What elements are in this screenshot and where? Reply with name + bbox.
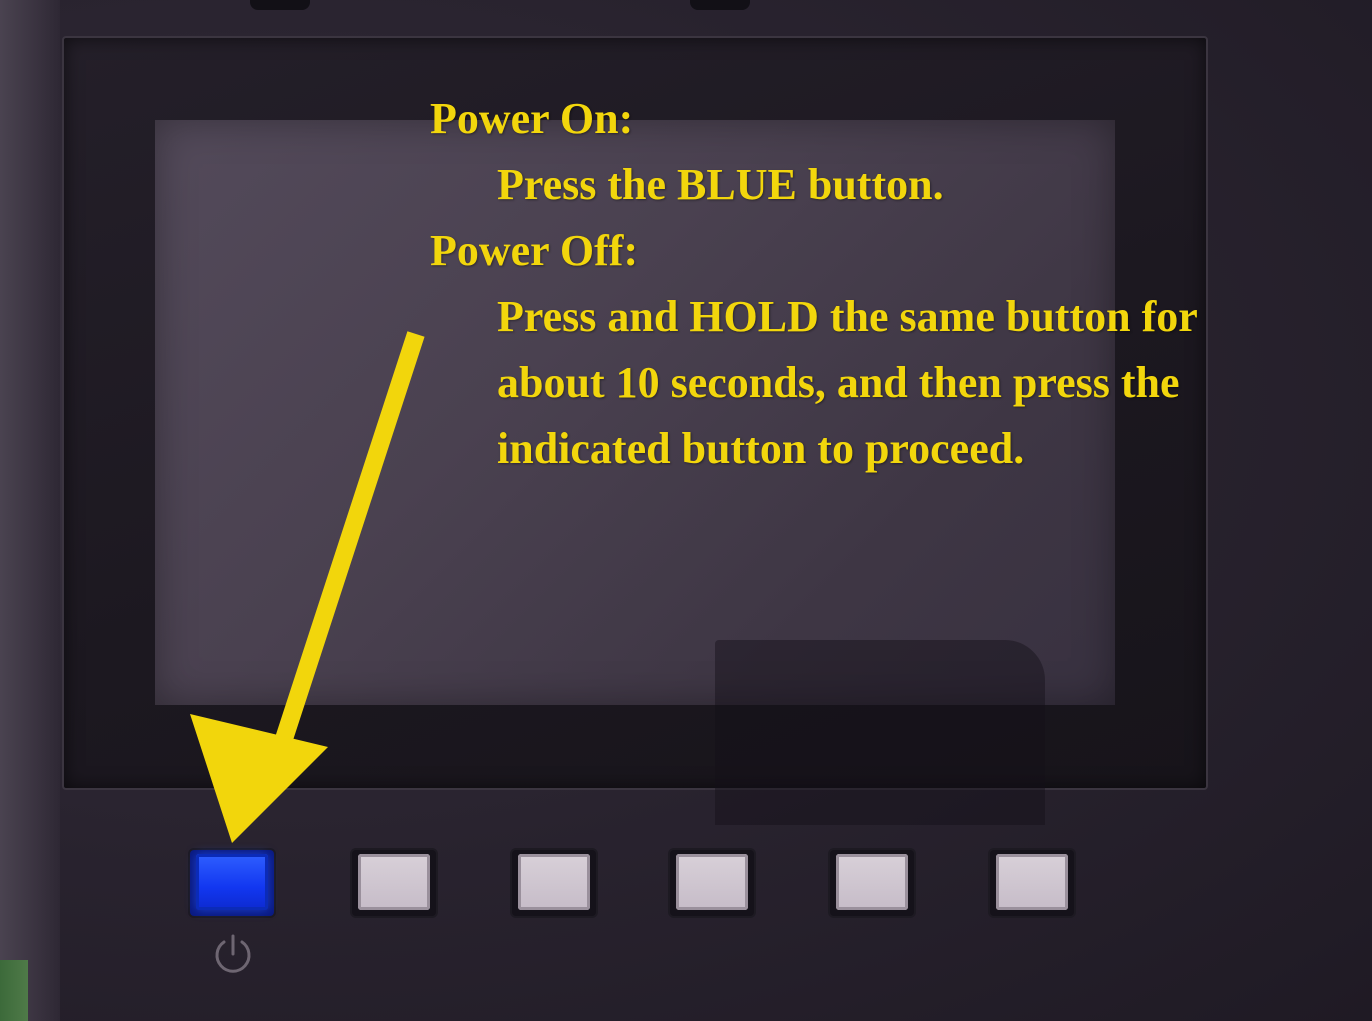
instruction-annotation: Power On: Press the BLUE button. Power O… <box>430 86 1360 482</box>
function-button-4[interactable] <box>830 850 914 916</box>
function-button-cap <box>358 854 430 910</box>
power-off-text-line-2: about 10 seconds, and then press the <box>497 358 1180 407</box>
power-off-text-line-1: Press and HOLD the same button for <box>497 292 1198 341</box>
screen-reflection <box>715 640 1045 825</box>
device-panel: Power On: Press the BLUE button. Power O… <box>0 0 1372 1021</box>
power-button-cap <box>196 854 268 910</box>
power-icon <box>215 934 251 973</box>
power-off-text-line-3: indicated button to proceed. <box>497 424 1025 473</box>
function-button-cap <box>996 854 1068 910</box>
function-button-5[interactable] <box>990 850 1074 916</box>
power-on-heading: Power On: <box>430 94 634 143</box>
function-button-cap <box>836 854 908 910</box>
function-button-cap <box>518 854 590 910</box>
function-button-1[interactable] <box>352 850 436 916</box>
function-button-2[interactable] <box>512 850 596 916</box>
power-on-text: Press the BLUE button. <box>497 160 944 209</box>
side-panel <box>0 0 60 1021</box>
function-button-3[interactable] <box>670 850 754 916</box>
green-connector <box>0 960 28 1021</box>
top-knob <box>250 0 310 10</box>
top-knob <box>690 0 750 10</box>
power-off-heading: Power Off: <box>430 226 639 275</box>
function-button-cap <box>676 854 748 910</box>
power-button[interactable] <box>190 850 274 916</box>
